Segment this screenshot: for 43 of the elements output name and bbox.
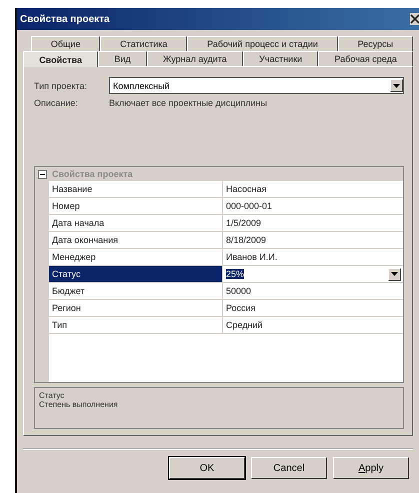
- field-label: Тип проекта:: [34, 80, 88, 90]
- property-name[interactable]: Регион: [49, 300, 223, 316]
- dialog-button[interactable]: OK: [169, 457, 245, 479]
- property-value: 50000: [226, 286, 252, 296]
- property-value: Насосная: [226, 184, 266, 194]
- description-text: Включает все проектные дисциплины: [109, 98, 268, 108]
- property-value: Россия: [226, 303, 256, 313]
- tab[interactable]: Рабочая среда: [318, 51, 414, 66]
- tab[interactable]: Рабочий процесс и стадии: [187, 36, 338, 51]
- property-name[interactable]: Тип: [49, 317, 223, 333]
- property-name[interactable]: Название: [49, 181, 223, 197]
- property-name[interactable]: Статус: [49, 266, 223, 282]
- property-name[interactable]: Менеджер: [49, 249, 223, 265]
- caret-icon[interactable]: [393, 84, 400, 88]
- window-title: Свойства проекта: [20, 14, 110, 24]
- category-label: Свойства проекта: [52, 169, 133, 179]
- tab[interactable]: Статистика: [100, 36, 188, 51]
- tab[interactable]: Свойства: [23, 51, 98, 67]
- property-value: 1/5/2009: [226, 218, 262, 228]
- caret-icon[interactable]: [391, 272, 398, 276]
- close-icon[interactable]: [410, 13, 419, 25]
- collapse-icon[interactable]: [38, 170, 47, 178]
- help-title: Статус: [39, 391, 66, 400]
- help-text: Степень выполнения: [39, 400, 119, 410]
- property-name[interactable]: Бюджет: [49, 283, 223, 299]
- tab[interactable]: Журнал аудита: [146, 51, 243, 66]
- field-label: Описание:: [34, 98, 79, 108]
- property-value: 8/18/2009: [226, 235, 266, 245]
- property-value: Средний: [226, 320, 263, 330]
- property-name[interactable]: Номер: [49, 198, 223, 214]
- tab[interactable]: Вид: [98, 51, 147, 66]
- property-name[interactable]: Дата начала: [49, 215, 223, 231]
- tab[interactable]: Ресурсы: [338, 36, 413, 51]
- dialog-button[interactable]: Cancel: [251, 457, 327, 479]
- dialog-button[interactable]: Apply: [333, 457, 409, 479]
- property-value: Иванов И.И.: [226, 252, 278, 262]
- dropdown-button[interactable]: [388, 268, 401, 280]
- property-value: 000-000-01: [226, 201, 272, 211]
- property-value: 25%: [226, 269, 244, 279]
- tab[interactable]: Участники: [242, 51, 318, 66]
- project-type-dropdown[interactable]: Комплексный: [109, 77, 404, 94]
- tab[interactable]: Общие: [31, 36, 100, 51]
- property-name[interactable]: Дата окончания: [49, 232, 223, 248]
